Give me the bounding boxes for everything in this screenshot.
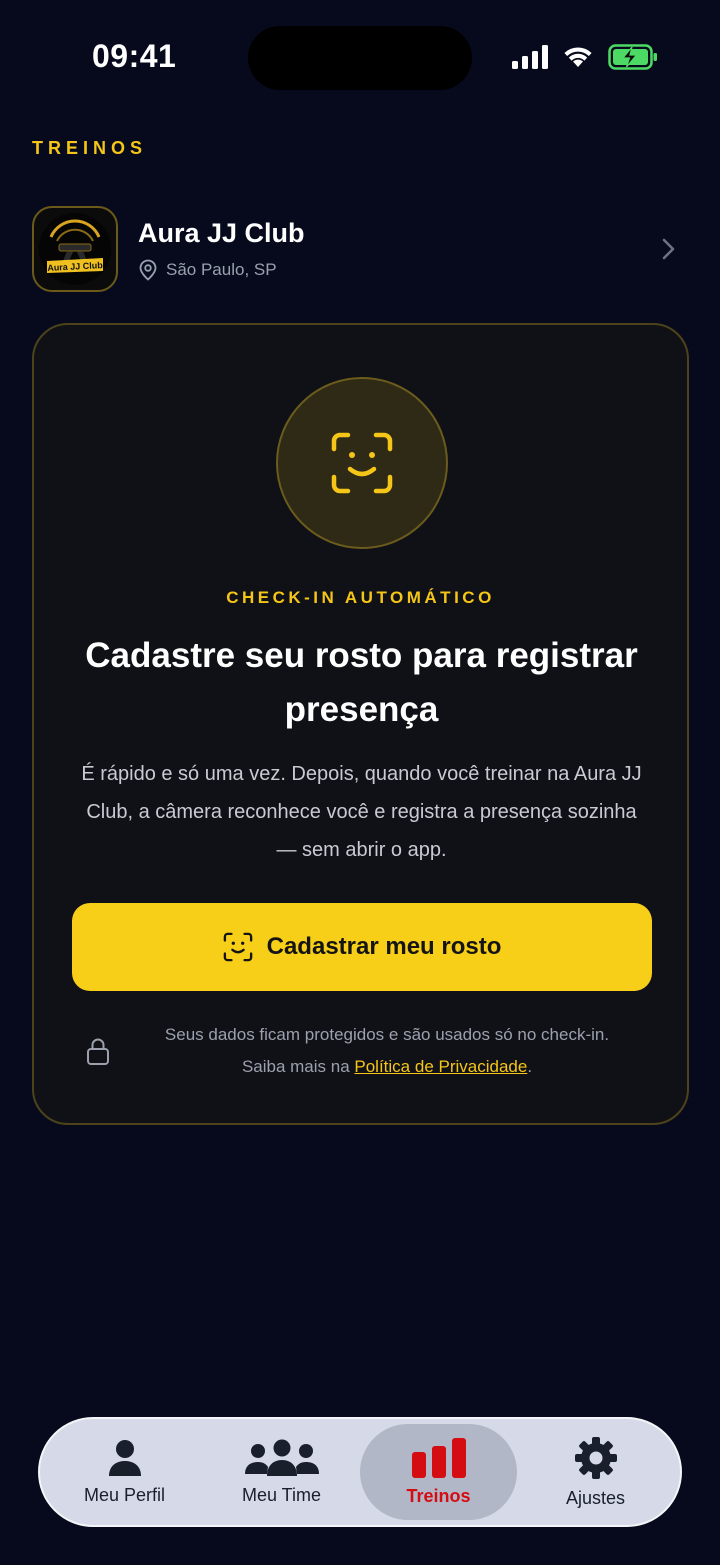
cellular-signal-icon <box>512 45 548 69</box>
tab-meu-perfil[interactable]: Meu Perfil <box>46 1424 203 1520</box>
face-id-icon <box>331 432 393 494</box>
tab-label: Ajustes <box>565 1487 626 1508</box>
privacy-line-1: Seus dados ficam protegidos e são usados… <box>164 1025 610 1044</box>
battery-charging-icon <box>608 44 657 70</box>
privacy-text: Seus dados ficam protegidos e são usados… <box>130 1019 644 1083</box>
register-face-button[interactable]: Cadastrar meu rosto <box>72 903 652 991</box>
privacy-policy-link[interactable]: Política de Privacidade <box>354 1057 527 1076</box>
bar-chart-icon <box>411 1437 466 1478</box>
wifi-icon <box>564 47 592 67</box>
tab-label: Treinos <box>406 1485 471 1506</box>
team-icon <box>244 1439 319 1476</box>
lock-icon <box>87 1038 109 1065</box>
privacy-note: Seus dados ficam protegidos e são usados… <box>84 1019 644 1083</box>
status-icons <box>512 44 658 70</box>
tab-meu-time[interactable]: Meu Time <box>203 1424 360 1520</box>
privacy-line-2-prefix: Saiba mais na <box>241 1057 355 1076</box>
checkin-card: CHECK-IN AUTOMÁTICO Cadastre seu rosto p… <box>32 323 689 1125</box>
tab-treinos[interactable]: Treinos <box>360 1424 517 1520</box>
dynamic-island <box>248 26 472 90</box>
club-row[interactable]: Aura JJ Club Aura JJ Club São Paulo, SP <box>32 206 688 292</box>
tab-bar: Meu Perfil Meu Time Treinos Ajustes <box>38 1417 682 1527</box>
club-info: Aura JJ Club São Paulo, SP <box>138 218 656 281</box>
club-logo-emblem: Aura JJ Club <box>39 213 111 285</box>
person-icon <box>108 1439 141 1476</box>
tab-label: Meu Perfil <box>83 1484 166 1505</box>
privacy-line-2: Saiba mais na Política de Privacidade. <box>130 1051 644 1083</box>
location-pin-icon <box>139 259 157 281</box>
club-location: São Paulo, SP <box>138 259 656 281</box>
tab-ajustes[interactable]: Ajustes <box>517 1424 674 1520</box>
club-logo: Aura JJ Club <box>32 206 118 292</box>
face-scan-icon <box>223 932 252 962</box>
club-name: Aura JJ Club <box>138 217 305 248</box>
face-icon-container <box>276 377 448 549</box>
club-location-text: São Paulo, SP <box>166 259 277 279</box>
section-title: TREINOS <box>32 138 148 158</box>
register-face-button-label: Cadastrar meu rosto <box>266 933 502 960</box>
card-eyebrow: CHECK-IN AUTOMÁTICO <box>226 588 495 607</box>
chevron-right-icon <box>662 238 675 260</box>
privacy-line-2-suffix: . <box>527 1057 533 1076</box>
tab-label: Meu Time <box>241 1484 322 1505</box>
card-title: Cadastre seu rosto para registrar presen… <box>85 636 638 729</box>
screen: 09:41 TREINOS Aura JJ Club Aura JJ Club … <box>0 0 720 1565</box>
status-time: 09:41 <box>92 38 177 74</box>
gear-icon <box>574 1436 617 1479</box>
card-description: É rápido e só uma vez. Depois, quando vo… <box>81 763 642 861</box>
